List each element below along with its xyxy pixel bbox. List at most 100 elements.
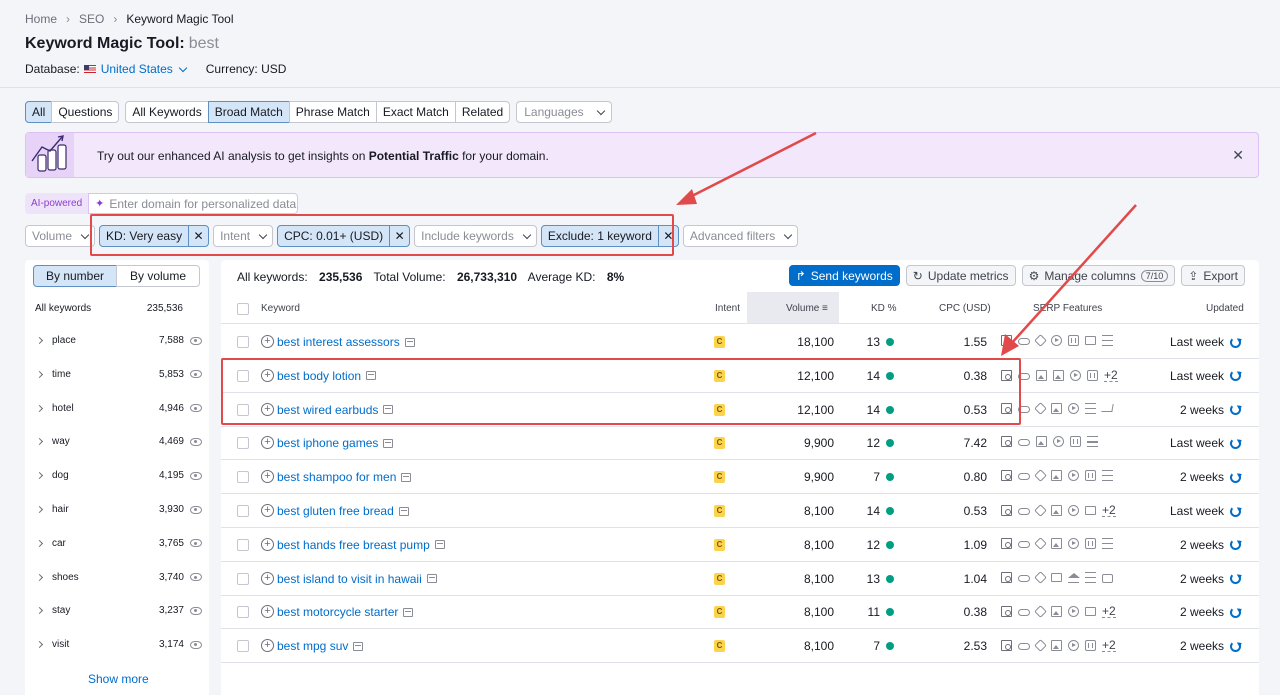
eye-icon[interactable] <box>190 539 202 548</box>
refresh-icon[interactable] <box>1230 505 1241 517</box>
add-to-list-icon[interactable]: + <box>261 605 274 619</box>
clear-cpc-filter-icon[interactable]: ✕ <box>389 226 409 246</box>
keyword-link[interactable]: best interest assessors <box>277 335 415 349</box>
chevron-right-icon[interactable] <box>35 539 44 547</box>
refresh-icon[interactable] <box>1230 404 1241 416</box>
row-checkbox[interactable] <box>237 471 249 484</box>
row-checkbox[interactable] <box>237 403 249 416</box>
keyword-link[interactable]: best shampoo for men <box>277 470 412 484</box>
eye-icon[interactable] <box>190 370 202 379</box>
serp-snapshot-icon[interactable] <box>426 574 437 584</box>
cpc-filter[interactable]: CPC: 0.01+ (USD) ✕ <box>277 225 411 247</box>
serp-fs-icon[interactable] <box>1001 505 1012 516</box>
serp-fs-icon[interactable] <box>1001 402 1012 414</box>
column-cpc[interactable]: CPC (USD) <box>939 303 991 314</box>
kd-filter[interactable]: KD: Very easy ✕ <box>99 225 210 247</box>
serp-more-count[interactable]: +2 <box>1102 605 1116 619</box>
serp-snapshot-icon[interactable] <box>401 472 412 482</box>
add-to-list-icon[interactable]: + <box>261 504 274 517</box>
advanced-filters[interactable]: Advanced filters <box>682 225 799 247</box>
column-serp[interactable]: SERP Features <box>1033 303 1102 314</box>
chevron-right-icon[interactable] <box>35 641 44 649</box>
sidebar-group-item[interactable]: way 4,469 <box>35 436 202 447</box>
refresh-icon[interactable] <box>1230 640 1241 652</box>
keyword-link[interactable]: best mpg suv <box>277 639 364 653</box>
send-keywords-button[interactable]: ↱ Send keywords <box>788 265 900 286</box>
row-checkbox[interactable] <box>237 572 249 585</box>
select-all-checkbox[interactable] <box>237 303 249 315</box>
by-volume-button[interactable]: By volume <box>116 265 200 287</box>
row-checkbox[interactable] <box>237 640 249 653</box>
sidebar-group-item[interactable]: visit 3,174 <box>35 639 202 650</box>
chevron-right-icon[interactable] <box>35 607 44 615</box>
export-button[interactable]: ⇪ Export <box>1181 265 1245 286</box>
keyword-link[interactable]: best wired earbuds <box>277 403 394 417</box>
chevron-right-icon[interactable] <box>35 404 44 412</box>
languages-dropdown[interactable]: Languages <box>516 101 612 123</box>
sort-desc-icon[interactable]: ≡ <box>822 303 828 314</box>
refresh-icon[interactable] <box>1230 606 1241 618</box>
add-to-list-icon[interactable]: + <box>261 639 274 653</box>
refresh-icon[interactable] <box>1230 471 1241 483</box>
eye-icon[interactable] <box>190 404 202 413</box>
clear-exclude-filter-icon[interactable]: ✕ <box>657 226 678 246</box>
serp-snapshot-icon[interactable] <box>383 438 394 448</box>
breadcrumb-home[interactable]: Home <box>25 12 57 26</box>
row-checkbox[interactable] <box>237 336 249 348</box>
eye-icon[interactable] <box>190 471 202 480</box>
tab-phrase-match[interactable]: Phrase Match <box>288 101 377 123</box>
chevron-right-icon[interactable] <box>35 505 44 514</box>
serp-snapshot-icon[interactable] <box>353 641 364 651</box>
refresh-icon[interactable] <box>1230 573 1241 585</box>
serp-fs-icon[interactable] <box>1001 335 1012 346</box>
update-metrics-button[interactable]: ↻ Update metrics <box>905 265 1016 286</box>
chevron-right-icon[interactable] <box>35 370 44 378</box>
serp-snapshot-icon[interactable] <box>403 607 414 617</box>
add-to-list-icon[interactable]: + <box>261 537 274 551</box>
keyword-link[interactable]: best iphone games <box>277 436 394 450</box>
chevron-right-icon[interactable] <box>35 438 44 446</box>
row-checkbox[interactable] <box>237 505 249 517</box>
tab-all-keywords[interactable]: All Keywords <box>125 101 209 123</box>
row-checkbox[interactable] <box>237 369 249 382</box>
exclude-filter[interactable]: Exclude: 1 keyword ✕ <box>540 225 679 247</box>
eye-icon[interactable] <box>190 505 202 514</box>
intent-filter[interactable]: Intent <box>213 225 274 247</box>
volume-filter[interactable]: Volume <box>25 225 96 247</box>
serp-more-count[interactable]: +2 <box>1102 639 1116 653</box>
eye-icon[interactable] <box>190 606 202 615</box>
sidebar-group-item[interactable]: car 3,765 <box>35 538 202 549</box>
serp-more-count[interactable]: +2 <box>1102 504 1116 517</box>
add-to-list-icon[interactable]: + <box>261 470 274 484</box>
serp-fs-icon[interactable] <box>1001 436 1012 448</box>
tab-exact-match[interactable]: Exact Match <box>375 101 456 123</box>
add-to-list-icon[interactable]: + <box>261 402 274 416</box>
sidebar-group-item[interactable]: hotel 4,946 <box>35 403 202 414</box>
refresh-icon[interactable] <box>1230 539 1241 551</box>
eye-icon[interactable] <box>190 573 202 582</box>
serp-snapshot-icon[interactable] <box>404 337 415 347</box>
serp-fs-icon[interactable] <box>1001 369 1012 381</box>
refresh-icon[interactable] <box>1230 437 1241 449</box>
serp-fs-icon[interactable] <box>1001 537 1012 549</box>
serp-snapshot-icon[interactable] <box>366 371 377 381</box>
tab-all[interactable]: All <box>25 101 53 123</box>
sidebar-group-item[interactable]: hair 3,930 <box>35 504 202 515</box>
column-keyword[interactable]: Keyword <box>261 303 300 314</box>
keyword-link[interactable]: best body lotion <box>277 369 377 383</box>
sidebar-group-item[interactable]: stay 3,237 <box>35 605 202 616</box>
eye-icon[interactable] <box>190 437 202 446</box>
serp-snapshot-icon[interactable] <box>434 540 445 550</box>
keyword-link[interactable]: best motorcycle starter <box>277 605 414 619</box>
add-to-list-icon[interactable]: + <box>261 335 274 348</box>
add-to-list-icon[interactable]: + <box>261 436 274 450</box>
manage-columns-button[interactable]: ⚙ Manage columns 7/10 <box>1021 265 1176 286</box>
row-checkbox[interactable] <box>237 437 249 450</box>
column-updated[interactable]: Updated <box>1206 303 1244 314</box>
serp-fs-icon[interactable] <box>1001 606 1012 618</box>
row-checkbox[interactable] <box>237 606 249 619</box>
sidebar-group-item[interactable]: shoes 3,740 <box>35 572 202 583</box>
keyword-link[interactable]: best hands free breast pump <box>277 538 445 552</box>
include-keywords-filter[interactable]: Include keywords <box>414 225 537 247</box>
clear-kd-filter-icon[interactable]: ✕ <box>188 226 208 246</box>
